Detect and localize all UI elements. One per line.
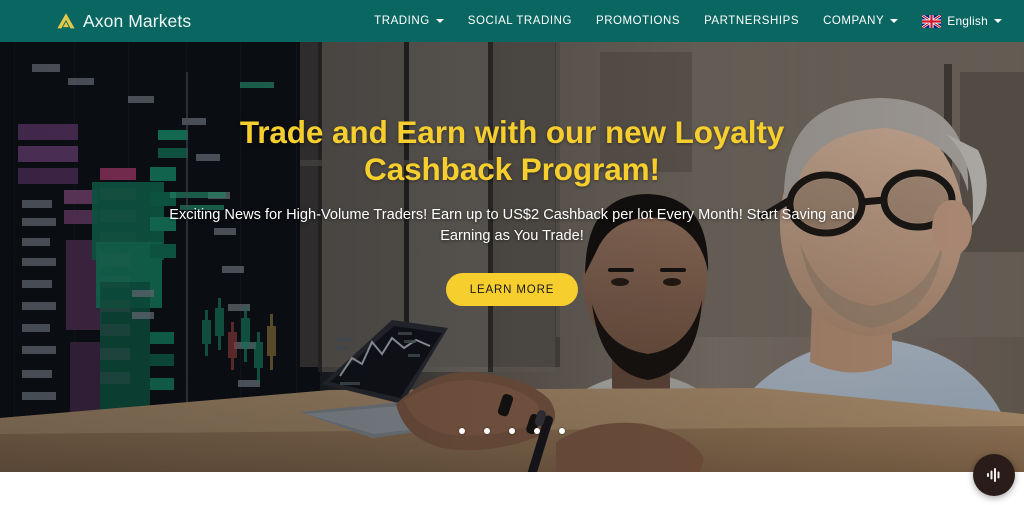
hero-subtitle: Exciting News for High-Volume Traders! E… [169, 207, 855, 244]
nav-item-company[interactable]: COMPANY [811, 15, 910, 27]
axon-triangle-logo-icon [55, 11, 77, 31]
hero-banner: Trade and Earn with our new Loyalty Cash… [0, 42, 1024, 472]
nav-item-trading[interactable]: TRADING [362, 15, 456, 27]
carousel-dot-1[interactable] [459, 428, 465, 434]
carousel-dot-4[interactable] [534, 428, 540, 434]
carousel-dot-2[interactable] [484, 428, 490, 434]
nav-item-partnerships[interactable]: PARTNERSHIPS [692, 15, 811, 27]
nav-label-promotions: PROMOTIONS [595, 15, 681, 27]
sound-waveform-widget-button[interactable] [973, 454, 1015, 496]
nav-item-social-trading[interactable]: SOCIAL TRADING [456, 15, 584, 27]
language-label: English [947, 14, 988, 28]
language-selector[interactable]: English [910, 14, 1012, 28]
brand-name: Axon Markets [83, 10, 192, 31]
carousel-dots [0, 428, 1024, 434]
nav-label-company: COMPANY [823, 15, 885, 27]
nav-item-promotions[interactable]: PROMOTIONS [584, 15, 692, 27]
nav-label-trading: TRADING [374, 15, 430, 27]
hero-content: Trade and Earn with our new Loyalty Cash… [0, 42, 1024, 472]
page-body-below-hero [0, 472, 1024, 505]
chevron-down-icon [435, 19, 444, 23]
main-navigation: TRADING SOCIAL TRADING PROMOTIONS PARTNE… [362, 14, 1012, 28]
nav-label-social-trading: SOCIAL TRADING [467, 15, 572, 27]
site-header: Axon Markets TRADING SOCIAL TRADING PROM… [0, 0, 1024, 42]
uk-flag-icon [922, 14, 942, 28]
chevron-down-icon [890, 19, 899, 23]
nav-label-partnerships: PARTNERSHIPS [704, 15, 800, 27]
carousel-dot-3[interactable] [509, 428, 515, 434]
carousel-dot-5[interactable] [559, 428, 565, 434]
chevron-down-icon [994, 19, 1002, 23]
learn-more-button[interactable]: LEARN MORE [445, 273, 579, 306]
hero-title: Trade and Earn with our new Loyalty Cash… [239, 114, 785, 187]
brand-logo[interactable]: Axon Markets [55, 11, 191, 32]
sound-waveform-icon [985, 466, 1003, 484]
